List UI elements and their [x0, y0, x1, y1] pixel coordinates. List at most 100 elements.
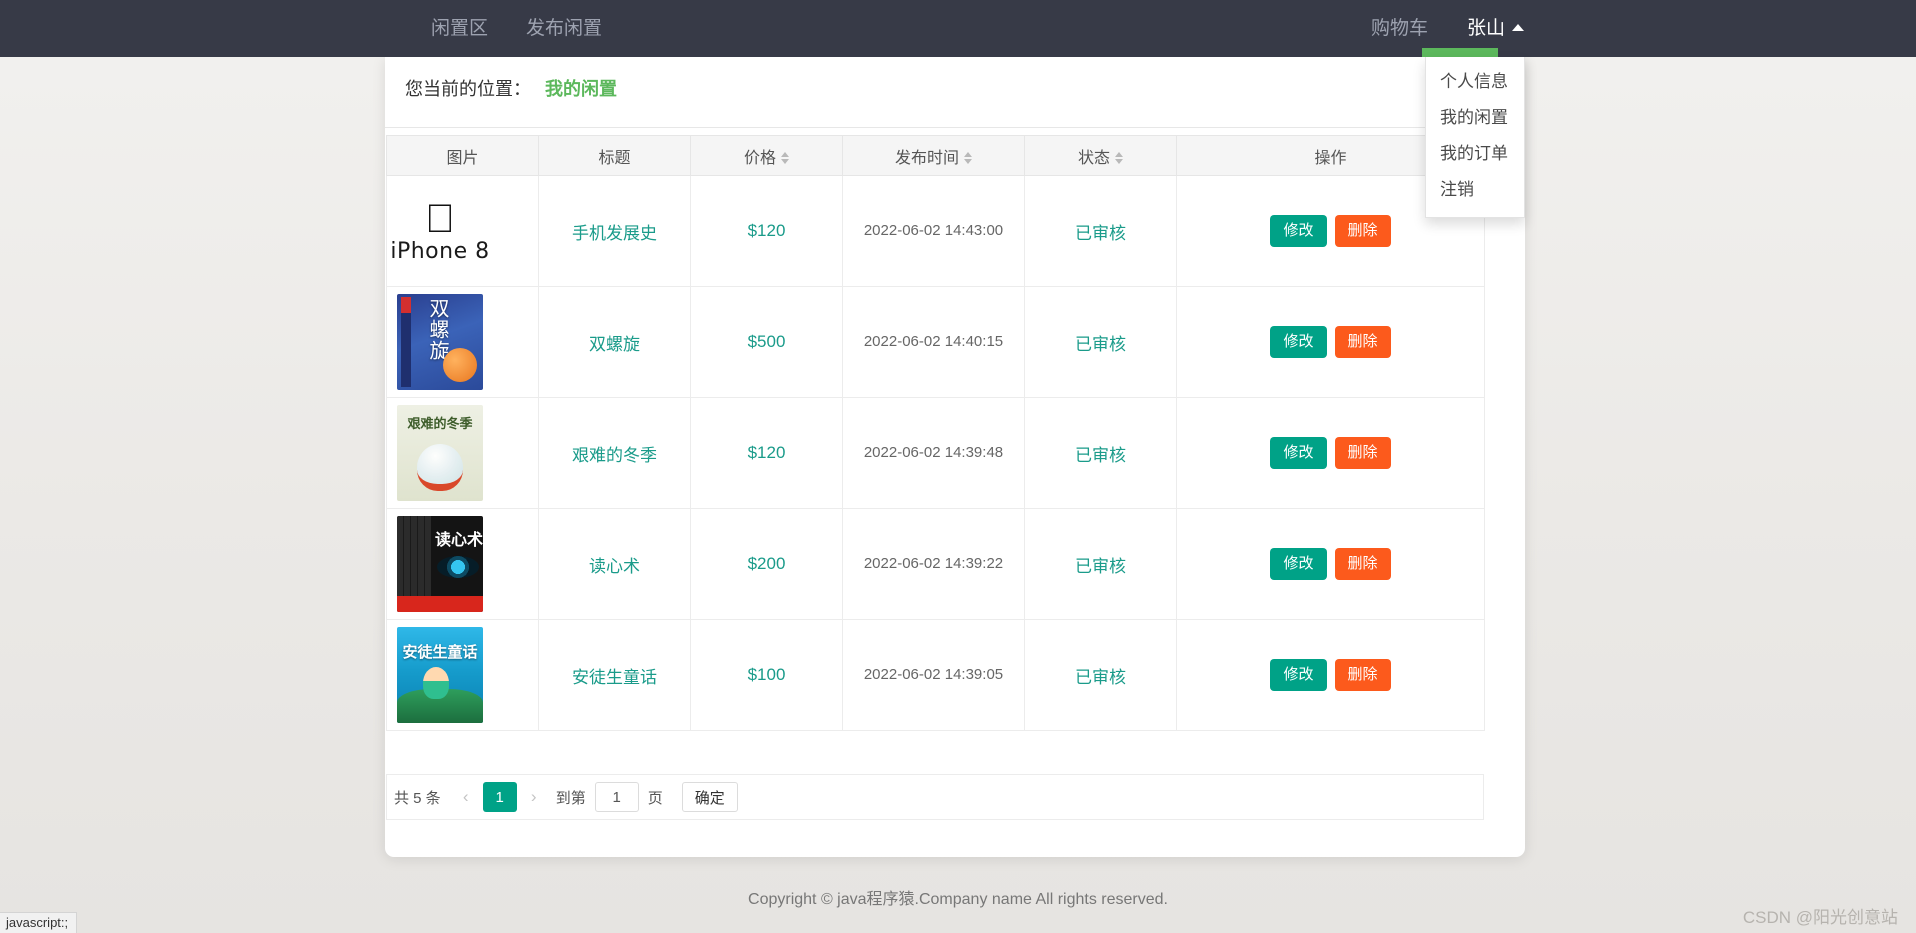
cell-status: 已审核 — [1024, 619, 1177, 731]
header-label: 状态 — [1077, 149, 1110, 167]
cell-status: 已审核 — [1024, 286, 1177, 398]
nav-link-publish-idle[interactable]: 发布闲置 — [507, 0, 621, 57]
cell-price: $500 — [690, 286, 843, 398]
delete-button[interactable]: 删除 — [1334, 437, 1391, 469]
delete-button[interactable]: 删除 — [1334, 326, 1391, 358]
delete-button[interactable]: 删除 — [1334, 659, 1391, 691]
chevron-right-icon[interactable]: › — [521, 782, 547, 812]
header-label: 发布时间 — [894, 149, 959, 167]
table-header-publish-time[interactable]: 发布时间 — [842, 135, 1025, 176]
cell-price: $100 — [690, 619, 843, 731]
item-price: $100 — [747, 665, 786, 684]
book-cover-title: 艰难的冬季 — [407, 416, 473, 431]
cell-price: $120 — [690, 397, 843, 509]
cell-time: 2022-06-02 14:39:22 — [842, 508, 1025, 620]
item-title-link[interactable]: 双螺旋 — [589, 335, 640, 354]
sort-icon[interactable] — [781, 152, 789, 165]
edit-button[interactable]: 修改 — [1270, 659, 1327, 691]
edit-button[interactable]: 修改 — [1270, 437, 1327, 469]
hard-winter-book-cover[interactable]: 艰难的冬季 — [388, 405, 492, 501]
dropdown-item-my-idle[interactable]: 我的闲置 — [1426, 100, 1524, 136]
item-publish-time: 2022-06-02 14:40:15 — [863, 333, 1004, 350]
mermaid-illustration-icon — [423, 667, 449, 699]
idle-items-table: 图片 标题 价格 发布时间 状态 操作  iPhone 8 — [386, 135, 1485, 731]
cell-title: 读心术 — [538, 508, 691, 620]
table-row: 读心术 读心术 $200 2022-06-02 14:39:22 已审核 修改删… — [386, 508, 1485, 620]
book-band-decoration — [397, 596, 483, 612]
item-title-link[interactable]: 艰难的冬季 — [572, 446, 657, 465]
breadcrumb-prefix: 您当前的位置： — [405, 79, 531, 99]
nav-link-idle-zone[interactable]: 闲置区 — [412, 0, 507, 57]
cell-status: 已审核 — [1024, 175, 1177, 287]
item-title-link[interactable]: 安徒生童话 — [572, 668, 657, 687]
table-row:  iPhone 8 手机发展史 $120 2022-06-02 14:43:0… — [386, 175, 1485, 287]
dropdown-item-my-orders[interactable]: 我的订单 — [1426, 136, 1524, 172]
dropdown-item-logout[interactable]: 注销 — [1426, 172, 1524, 208]
mind-reading-book-cover[interactable]: 读心术 — [388, 516, 492, 612]
header-label: 价格 — [743, 149, 776, 167]
item-publish-time: 2022-06-02 14:39:48 — [863, 444, 1004, 461]
pagination-page-1[interactable]: 1 — [482, 782, 517, 812]
cell-image: 艰难的冬季 — [386, 397, 539, 509]
cell-status: 已审核 — [1024, 397, 1177, 509]
cell-title: 安徒生童话 — [538, 619, 691, 731]
status-badge: 已审核 — [1075, 445, 1126, 465]
delete-button[interactable]: 删除 — [1334, 215, 1391, 247]
edit-button[interactable]: 修改 — [1270, 215, 1327, 247]
top-navbar: 闲置区 发布闲置 购物车 张山 — [0, 0, 1916, 57]
status-badge: 已审核 — [1075, 334, 1126, 354]
apple-logo-icon:  — [425, 199, 455, 239]
book-cover-art: 双螺旋 — [397, 294, 483, 390]
dropdown-item-personal-info[interactable]: 个人信息 — [1426, 64, 1524, 100]
item-publish-time: 2022-06-02 14:39:22 — [863, 555, 1004, 572]
pagination-confirm-button[interactable]: 确定 — [681, 782, 738, 812]
book-cover-art: 读心术 — [397, 516, 483, 612]
book-cover-art: 艰难的冬季 — [397, 405, 483, 501]
table-header-status[interactable]: 状态 — [1024, 135, 1177, 176]
book-cover-art: 安徒生童话 — [397, 627, 483, 723]
iphone-8-product-image[interactable]:  iPhone 8 — [388, 183, 492, 279]
cell-title: 双螺旋 — [538, 286, 691, 398]
chevron-left-icon[interactable]: ‹ — [453, 782, 479, 812]
andersen-fairy-tales-book-cover[interactable]: 安徒生童话 — [388, 627, 492, 723]
breadcrumb: 您当前的位置： 我的闲置 — [405, 75, 617, 101]
caret-up-icon — [1512, 24, 1524, 31]
pagination-bar: 共 5 条 ‹ 1 › 到第 页 确定 — [386, 774, 1484, 820]
delete-button[interactable]: 删除 — [1334, 548, 1391, 580]
item-price: $200 — [747, 554, 786, 573]
double-helix-book-cover[interactable]: 双螺旋 — [388, 294, 492, 390]
cell-image: 双螺旋 — [386, 286, 539, 398]
item-price: $500 — [747, 332, 786, 351]
table-header-row: 图片 标题 价格 发布时间 状态 操作 — [386, 135, 1485, 176]
status-badge: 已审核 — [1075, 667, 1126, 687]
edit-button[interactable]: 修改 — [1270, 326, 1327, 358]
cell-actions: 修改 删除 — [1176, 619, 1485, 731]
cell-title: 艰难的冬季 — [538, 397, 691, 509]
item-title-link[interactable]: 手机发展史 — [572, 224, 657, 243]
nav-user-active-underline — [1422, 48, 1498, 57]
sort-icon[interactable] — [1115, 152, 1123, 165]
table-header-title: 标题 — [538, 135, 691, 176]
book-cover-title: 读心术 — [435, 532, 483, 549]
cell-price: $120 — [690, 175, 843, 287]
navbar-left-links: 闲置区 发布闲置 — [412, 0, 621, 57]
pagination-page-input[interactable] — [594, 782, 639, 812]
table-header-price[interactable]: 价格 — [690, 135, 843, 176]
cell-time: 2022-06-02 14:40:15 — [842, 286, 1025, 398]
table-row: 安徒生童话 安徒生童话 $100 2022-06-02 14:39:05 已审核… — [386, 619, 1485, 731]
item-publish-time: 2022-06-02 14:39:05 — [863, 666, 1004, 683]
table-row: 双螺旋 双螺旋 $500 2022-06-02 14:40:15 已审核 修改删… — [386, 286, 1485, 398]
cell-time: 2022-06-02 14:39:05 — [842, 619, 1025, 731]
item-price: $120 — [747, 443, 786, 462]
product-image-caption: iPhone 8 — [390, 218, 490, 264]
pagination-page-unit: 页 — [647, 789, 663, 807]
pagination-goto-label: 到第 — [555, 789, 586, 807]
cell-price: $200 — [690, 508, 843, 620]
table-header-image: 图片 — [386, 135, 539, 176]
item-title-link[interactable]: 读心术 — [589, 557, 640, 576]
browser-status-bar: javascript:; — [0, 912, 78, 933]
idle-items-table-wrapper: 图片 标题 价格 发布时间 状态 操作  iPhone 8 — [385, 135, 1525, 731]
book-cover-title: 安徒生童话 — [402, 644, 478, 661]
sort-icon[interactable] — [964, 152, 972, 165]
edit-button[interactable]: 修改 — [1270, 548, 1327, 580]
